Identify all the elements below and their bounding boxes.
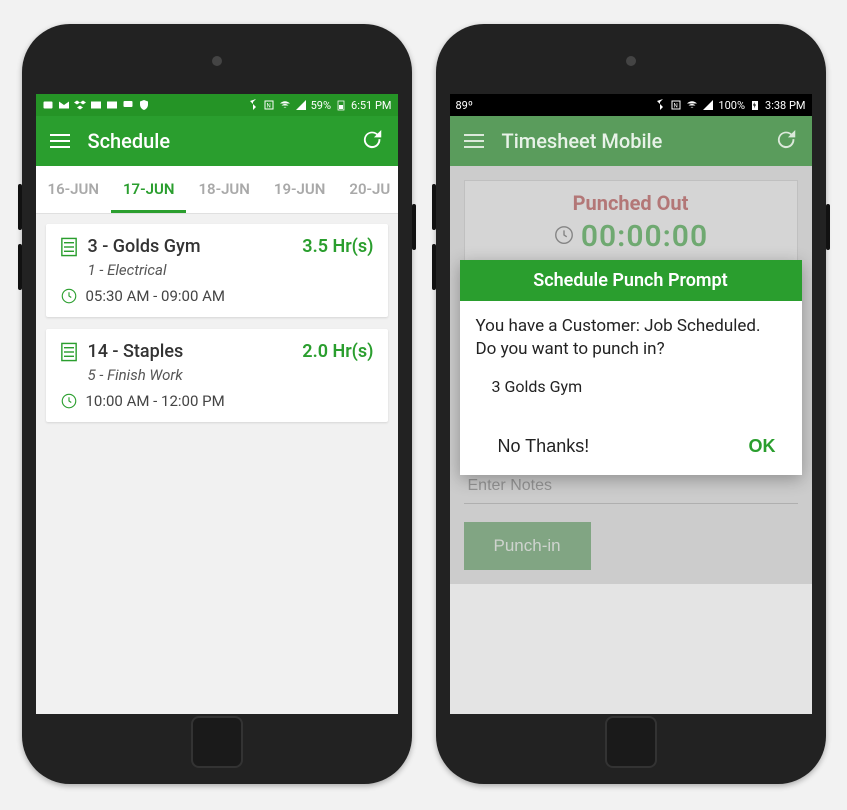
dialog-title: Schedule Punch Prompt <box>460 260 802 301</box>
job-task: 1 - Electrical <box>88 261 374 279</box>
dialog-message: You have a Customer: Job Scheduled. Do y… <box>460 301 802 367</box>
no-thanks-button[interactable]: No Thanks! <box>492 432 596 461</box>
battery-percent: 59% <box>311 99 331 112</box>
ok-button[interactable]: OK <box>743 432 782 461</box>
clock-icon <box>60 392 78 410</box>
signal-icon <box>702 99 714 111</box>
signal-icon <box>295 99 307 111</box>
main-panel: Punched Out 00:00:00 T W C Ta Notes Punc… <box>450 166 812 584</box>
dialog-customer-name: 3 Golds Gym <box>460 367 802 426</box>
job-list-icon <box>60 237 78 257</box>
app-bar: Timesheet Mobile <box>450 116 812 166</box>
date-tab-18[interactable]: 18-JUN <box>186 166 261 213</box>
job-title: 3 - Golds Gym <box>88 236 293 257</box>
svg-text:N: N <box>674 103 678 110</box>
menu-icon[interactable] <box>464 134 484 148</box>
dropbox-icon <box>74 99 86 111</box>
status-temperature: 89º <box>456 99 473 112</box>
job-hours: 3.5 Hr(s) <box>302 236 373 257</box>
date-tab-20[interactable]: 20-JU <box>337 166 397 213</box>
status-bar: N 59% 6:51 PM <box>36 94 398 116</box>
mail-icon <box>58 99 70 111</box>
nfc-icon: N <box>263 99 275 111</box>
schedule-punch-dialog: Schedule Punch Prompt You have a Custome… <box>460 260 802 475</box>
job-card[interactable]: 14 - Staples 2.0 Hr(s) 5 - Finish Work 1… <box>46 329 388 422</box>
status-time: 3:38 PM <box>765 99 805 112</box>
battery-icon <box>335 99 347 111</box>
job-list-icon <box>60 342 78 362</box>
mail-icon-3 <box>106 99 118 111</box>
menu-icon[interactable] <box>50 134 70 148</box>
status-bar: 89º N 100% 3:38 PM <box>450 94 812 116</box>
date-tab-16[interactable]: 16-JUN <box>36 166 111 213</box>
job-card[interactable]: 3 - Golds Gym 3.5 Hr(s) 1 - Electrical 0… <box>46 224 388 317</box>
wifi-icon <box>686 99 698 111</box>
job-time-range: 10:00 AM - 12:00 PM <box>86 392 225 410</box>
battery-charging-icon <box>749 99 761 111</box>
nfc-icon: N <box>670 99 682 111</box>
refresh-icon[interactable] <box>776 130 798 152</box>
app-bar: Schedule <box>36 116 398 166</box>
job-title: 14 - Staples <box>88 341 293 362</box>
date-tab-19[interactable]: 19-JUN <box>262 166 337 213</box>
battery-percent: 100% <box>718 99 745 112</box>
refresh-icon[interactable] <box>362 130 384 152</box>
app-indicator-icon <box>42 99 54 111</box>
date-tab-17[interactable]: 17-JUN <box>111 166 186 213</box>
phone-frame-right: 89º N 100% 3:38 PM Timesheet Mobile Punc… <box>436 24 826 784</box>
clock-icon <box>60 287 78 305</box>
job-task: 5 - Finish Work <box>88 366 374 384</box>
screen-right: 89º N 100% 3:38 PM Timesheet Mobile Punc… <box>450 94 812 714</box>
svg-text:N: N <box>266 103 270 110</box>
wifi-icon <box>279 99 291 111</box>
job-time-range: 05:30 AM - 09:00 AM <box>86 287 226 305</box>
app-title: Schedule <box>88 129 171 153</box>
phone-frame-left: N 59% 6:51 PM Schedule 16-JUN 17-JUN 18-… <box>22 24 412 784</box>
job-hours: 2.0 Hr(s) <box>302 341 373 362</box>
bluetooth-icon <box>247 99 259 111</box>
app-title: Timesheet Mobile <box>502 129 663 153</box>
status-time: 6:51 PM <box>351 99 391 112</box>
schedule-list: 3 - Golds Gym 3.5 Hr(s) 1 - Electrical 0… <box>36 214 398 444</box>
bluetooth-icon <box>654 99 666 111</box>
shield-icon <box>138 99 150 111</box>
mail-icon-2 <box>90 99 102 111</box>
date-tabs: 16-JUN 17-JUN 18-JUN 19-JUN 20-JU <box>36 166 398 214</box>
chat-icon <box>122 99 134 111</box>
screen-left: N 59% 6:51 PM Schedule 16-JUN 17-JUN 18-… <box>36 94 398 714</box>
